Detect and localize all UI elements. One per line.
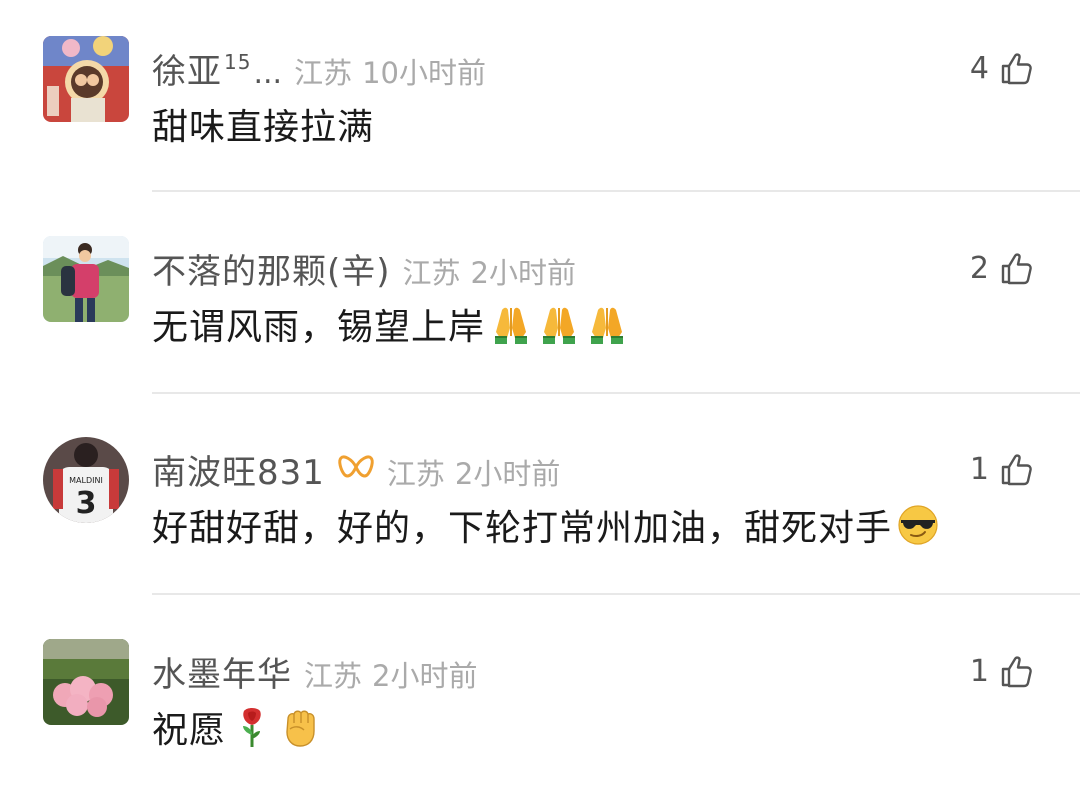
comment-item: MALDINI 3 南波旺831 江苏 2小时前 好甜好甜，好的，下轮打常州加油…: [0, 401, 1080, 601]
svg-text:MALDINI: MALDINI: [69, 476, 103, 485]
divider: [152, 593, 1080, 595]
comment-meta: 不落的那颗(辛) 江苏 2小时前: [152, 244, 576, 292]
gold-ribbon-badge-icon: [338, 455, 374, 478]
timestamp: 10小时前: [362, 56, 486, 90]
comment-text-body: 祝愿: [152, 710, 227, 751]
like-count: 4: [969, 50, 989, 86]
thumbs-up-icon[interactable]: [999, 250, 1035, 286]
comment-text-body: 好甜好甜，好的，下轮打常州加油，甜死对手: [152, 508, 893, 549]
rose-emoji-icon: [230, 705, 274, 749]
fist-emoji-icon: [278, 705, 322, 749]
comment-item: 徐亚 15 ... 江苏 10小时前 甜味直接拉满 4: [0, 0, 1080, 200]
avatar-image: [43, 639, 129, 725]
like-button[interactable]: 2: [970, 248, 1035, 288]
avatar[interactable]: MALDINI 3: [43, 437, 129, 523]
divider: [152, 392, 1080, 394]
avatar-image: [43, 236, 129, 322]
avatar-image: MALDINI 3: [43, 437, 129, 523]
comment-text: 好甜好甜，好的，下轮打常州加油，甜死对手: [152, 499, 940, 551]
comment-text-body: 甜味直接拉满: [152, 107, 375, 148]
location: 江苏: [294, 56, 353, 90]
pray-emoji-icon: [537, 302, 581, 346]
username[interactable]: 水墨年华: [152, 647, 292, 696]
comment-item: 水墨年华 江苏 2小时前 祝愿 1: [0, 603, 1080, 803]
username[interactable]: 南波旺831: [152, 445, 325, 494]
location: 江苏: [402, 256, 461, 290]
comment-text: 甜味直接拉满: [152, 98, 374, 150]
svg-text:3: 3: [76, 486, 97, 521]
thumbs-up-icon[interactable]: [999, 50, 1035, 86]
timestamp: 2小时前: [470, 256, 576, 290]
comment-text-body: 无谓风雨，锡望上岸: [152, 307, 486, 348]
like-count: 1: [969, 653, 989, 689]
like-button[interactable]: 1: [970, 651, 1035, 691]
thumbs-up-icon[interactable]: [999, 653, 1035, 689]
location: 江苏: [386, 457, 445, 491]
timestamp: 2小时前: [372, 659, 478, 693]
sunglasses-emoji-icon: [896, 503, 940, 547]
like-button[interactable]: 1: [970, 449, 1035, 489]
comment-meta: 南波旺831 江苏 2小时前: [152, 445, 560, 493]
avatar[interactable]: [43, 36, 129, 122]
location: 江苏: [304, 659, 363, 693]
like-button[interactable]: 4: [970, 48, 1035, 88]
thumbs-up-icon[interactable]: [999, 451, 1035, 487]
pray-emoji-icon: [585, 302, 629, 346]
avatar[interactable]: [43, 236, 129, 322]
like-count: 1: [969, 451, 989, 487]
avatar[interactable]: [43, 639, 129, 725]
username[interactable]: 徐亚 15: [152, 44, 251, 93]
comment-meta: 徐亚 15 ... 江苏 10小时前: [152, 44, 486, 92]
user-level: 15: [224, 50, 252, 74]
comment-text: 无谓风雨，锡望上岸: [152, 298, 629, 350]
username-ellipsis: ...: [253, 56, 283, 91]
comment-meta: 水墨年华 江苏 2小时前: [152, 647, 477, 695]
like-count: 2: [969, 250, 989, 286]
timestamp: 2小时前: [454, 457, 561, 491]
username[interactable]: 不落的那颗(辛): [152, 244, 391, 293]
comment-item: 不落的那颗(辛) 江苏 2小时前 无谓风雨，锡望上岸 2: [0, 200, 1080, 400]
divider: [152, 190, 1080, 192]
pray-emoji-icon: [489, 302, 533, 346]
comment-text: 祝愿: [152, 701, 322, 753]
avatar-image: [43, 36, 129, 122]
